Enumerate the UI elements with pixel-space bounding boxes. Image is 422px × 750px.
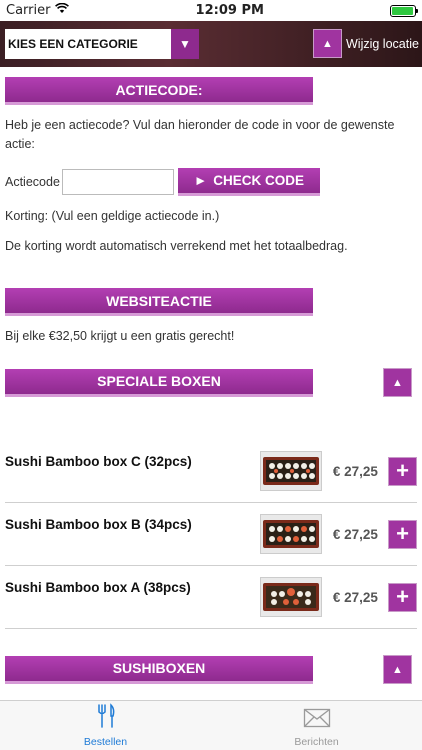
product-row: Sushi Bamboo box C (32pcs) € 27,25 + bbox=[5, 440, 417, 503]
product-image bbox=[260, 514, 322, 554]
websiteactie-text: Bij elke €32,50 krijgt u een gratis gere… bbox=[5, 329, 235, 343]
actiecode-header: ACTIECODE: bbox=[5, 77, 313, 105]
change-location-label: Wijzig locatie bbox=[346, 36, 419, 51]
tab-bar: Bestellen Berichten bbox=[0, 700, 422, 750]
product-image bbox=[260, 451, 322, 491]
tab-bestellen[interactable]: Bestellen bbox=[0, 701, 211, 750]
product-row: Sushi Bamboo box B (34pcs) € 27,25 + bbox=[5, 503, 417, 566]
actiecode-input[interactable] bbox=[62, 169, 174, 195]
category-select[interactable]: KIES EEN CATEGORIE ▼ bbox=[5, 29, 199, 59]
korting-text: Korting: (Vul een geldige actiecode in.) bbox=[5, 209, 220, 223]
actiecode-row: Actiecode ► CHECK CODE bbox=[5, 168, 417, 196]
chevron-up-icon: ▲ bbox=[392, 376, 403, 389]
product-image bbox=[260, 577, 322, 617]
fork-knife-icon bbox=[95, 703, 117, 732]
battery-icon bbox=[390, 4, 418, 17]
tab-berichten-label: Berichten bbox=[294, 736, 339, 748]
sushiboxen-header: SUSHIBOXEN bbox=[5, 655, 313, 684]
check-code-label: CHECK CODE bbox=[213, 173, 305, 188]
plus-icon: + bbox=[396, 521, 410, 546]
check-code-button[interactable]: ► CHECK CODE bbox=[178, 168, 320, 196]
websiteactie-header: WEBSITEACTIE bbox=[5, 288, 313, 316]
category-select-label: KIES EEN CATEGORIE bbox=[8, 37, 138, 51]
tab-bestellen-label: Bestellen bbox=[83, 736, 128, 748]
clock: 12:09 PM bbox=[195, 3, 264, 18]
top-bar: KIES EEN CATEGORIE ▼ ▲ Wijzig locatie bbox=[0, 21, 422, 67]
chevron-up-icon: ▲ bbox=[313, 29, 342, 58]
speciale-boxen-row: SPECIALE BOXEN ▲ bbox=[5, 368, 417, 397]
main-content: ACTIECODE: Heb je een actiecode? Vul dan… bbox=[0, 77, 422, 684]
carrier-label: Carrier bbox=[6, 3, 51, 18]
sushiboxen-row: SUSHIBOXEN ▲ bbox=[5, 655, 417, 684]
plus-icon: + bbox=[396, 458, 410, 483]
wifi-icon bbox=[55, 2, 70, 18]
product-list: Sushi Bamboo box C (32pcs) € 27,25 + Sus… bbox=[5, 440, 417, 629]
product-name: Sushi Bamboo box B (34pcs) bbox=[5, 517, 192, 532]
product-price: € 27,25 bbox=[332, 589, 378, 605]
tab-berichten[interactable]: Berichten bbox=[211, 701, 422, 750]
product-price: € 27,25 bbox=[332, 526, 378, 542]
product-name: Sushi Bamboo box A (38pcs) bbox=[5, 580, 191, 595]
speciale-boxen-header: SPECIALE BOXEN bbox=[5, 368, 313, 397]
chevron-down-icon: ▼ bbox=[171, 29, 199, 59]
play-icon: ► bbox=[193, 173, 208, 188]
add-to-cart-button[interactable]: + bbox=[388, 456, 417, 486]
status-bar: Carrier 12:09 PM bbox=[0, 0, 422, 21]
actiecode-intro: Heb je een actiecode? Vul dan hieronder … bbox=[5, 118, 395, 151]
add-to-cart-button[interactable]: + bbox=[388, 582, 417, 612]
product-price: € 27,25 bbox=[332, 463, 378, 479]
korting-note: De korting wordt automatisch verrekend m… bbox=[5, 239, 348, 253]
actiecode-label: Actiecode bbox=[5, 175, 60, 189]
envelope-icon bbox=[303, 707, 331, 732]
product-row: Sushi Bamboo box A (38pcs) € 27,25 + bbox=[5, 566, 417, 629]
add-to-cart-button[interactable]: + bbox=[388, 519, 417, 549]
change-location-button[interactable]: ▲ Wijzig locatie bbox=[313, 29, 419, 58]
chevron-up-icon: ▲ bbox=[392, 663, 403, 676]
product-name: Sushi Bamboo box C (32pcs) bbox=[5, 454, 192, 469]
collapse-sushiboxen-button[interactable]: ▲ bbox=[383, 655, 412, 684]
collapse-speciale-boxen-button[interactable]: ▲ bbox=[383, 368, 412, 397]
plus-icon: + bbox=[396, 584, 410, 609]
